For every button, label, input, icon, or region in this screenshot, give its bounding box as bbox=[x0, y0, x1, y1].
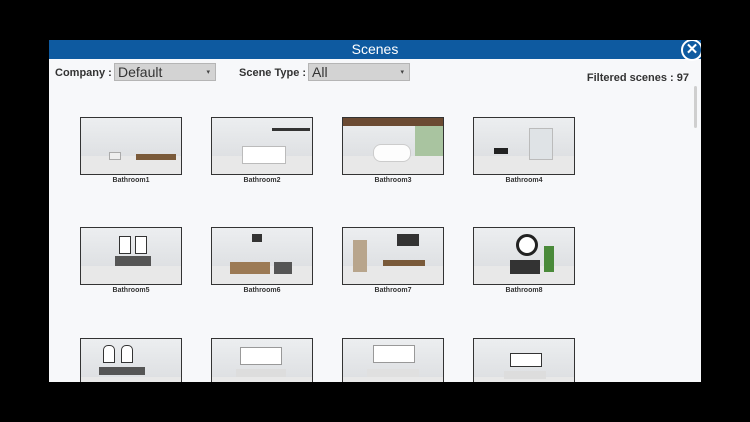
scene-thumbnail[interactable] bbox=[80, 117, 182, 175]
scene-label: Bathroom1 bbox=[112, 177, 150, 184]
scene-card[interactable]: Bathroom8 bbox=[473, 227, 575, 294]
scene-card[interactable]: Bathroom1 bbox=[80, 117, 182, 184]
scene-card[interactable]: Bathroom7 bbox=[342, 227, 444, 294]
scene-type-value: All bbox=[312, 64, 328, 80]
scene-card[interactable]: Bathroom6 bbox=[211, 227, 313, 294]
scene-thumbnail[interactable] bbox=[211, 227, 313, 285]
scene-type-label: Scene Type : bbox=[239, 67, 307, 79]
scene-label: Bathroom5 bbox=[112, 287, 150, 294]
scene-label: Bathroom2 bbox=[243, 177, 281, 184]
scene-thumbnail[interactable] bbox=[473, 227, 575, 285]
scene-thumbnail[interactable] bbox=[211, 338, 313, 382]
scene-thumbnail[interactable] bbox=[342, 338, 444, 382]
scene-card[interactable] bbox=[473, 338, 575, 382]
scene-label: Bathroom6 bbox=[243, 287, 281, 294]
dialog-title: Scenes bbox=[351, 41, 399, 57]
scrollbar-thumb[interactable] bbox=[694, 86, 697, 128]
chevron-down-icon: ▾ bbox=[400, 69, 404, 76]
scene-label: Bathroom4 bbox=[505, 177, 543, 184]
scene-type-select[interactable]: All ▾ bbox=[308, 63, 410, 81]
scene-thumbnail[interactable] bbox=[342, 227, 444, 285]
scene-card[interactable] bbox=[80, 338, 182, 382]
scene-card[interactable]: Bathroom4 bbox=[473, 117, 575, 184]
scene-thumbnail[interactable] bbox=[80, 227, 182, 285]
scene-thumbnail[interactable] bbox=[211, 117, 313, 175]
company-value: Default bbox=[118, 64, 163, 80]
scene-card[interactable]: Bathroom5 bbox=[80, 227, 182, 294]
scene-card[interactable] bbox=[342, 338, 444, 382]
filtered-count: Filtered scenes : 97 bbox=[586, 72, 689, 84]
scene-thumbnail[interactable] bbox=[473, 338, 575, 382]
scene-thumbnail[interactable] bbox=[342, 117, 444, 175]
scenes-dialog: Scenes ✕ Company : Default ▾ Scene Type … bbox=[49, 40, 701, 382]
chevron-down-icon: ▾ bbox=[206, 69, 210, 76]
scene-label: Bathroom3 bbox=[374, 177, 412, 184]
scene-card[interactable]: Bathroom3 bbox=[342, 117, 444, 184]
scene-thumbnail[interactable] bbox=[473, 117, 575, 175]
close-icon[interactable]: ✕ bbox=[681, 40, 701, 61]
scene-label: Bathroom7 bbox=[374, 287, 412, 294]
scene-card[interactable]: Bathroom2 bbox=[211, 117, 313, 184]
title-bar: Scenes bbox=[49, 40, 701, 59]
company-select[interactable]: Default ▾ bbox=[114, 63, 216, 81]
scene-thumbnail[interactable] bbox=[80, 338, 182, 382]
scene-label: Bathroom8 bbox=[505, 287, 543, 294]
scene-card[interactable] bbox=[211, 338, 313, 382]
company-label: Company : bbox=[55, 67, 112, 79]
